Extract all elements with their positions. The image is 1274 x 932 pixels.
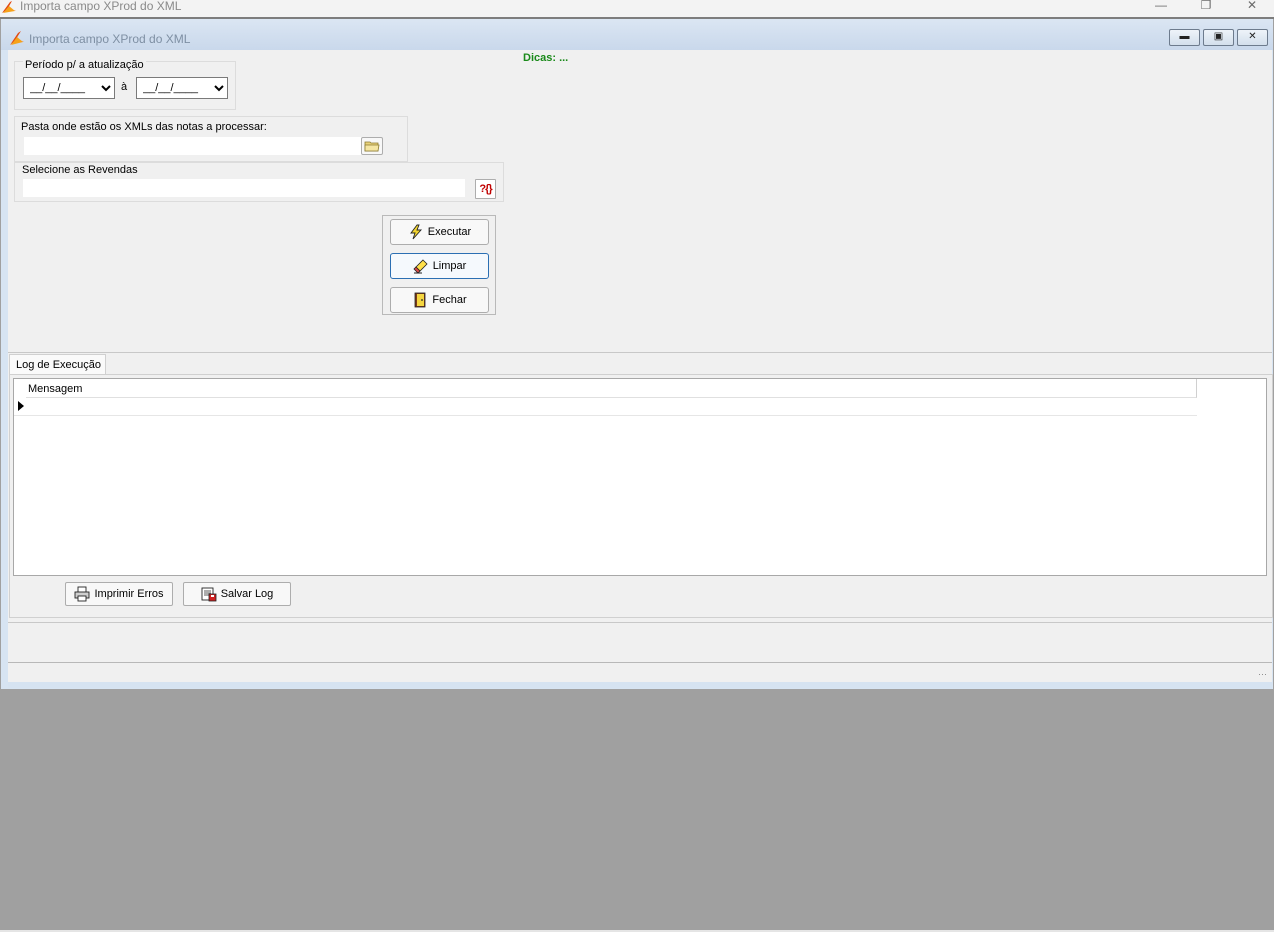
child-restore-button[interactable]: ▣ (1203, 29, 1234, 46)
lightning-icon (408, 224, 424, 240)
restore-icon[interactable]: ❐ (1196, 0, 1216, 12)
eraser-icon (413, 258, 429, 274)
tab-log-label: Log de Execução (16, 359, 102, 371)
resize-grip-icon[interactable]: ⋯ (1258, 670, 1268, 680)
column-header-message[interactable]: Mensagem (28, 383, 82, 395)
app-logo-icon (9, 30, 25, 46)
folder-label: Pasta onde estão os XMLs das notas a pro… (21, 121, 267, 133)
execute-label: Executar (427, 226, 472, 238)
close-button[interactable]: Fechar (390, 287, 489, 313)
child-close-button[interactable]: ✕ (1237, 29, 1268, 46)
form-client-area: Dicas: ... Período p/ a atualização __/_… (8, 50, 1273, 682)
dealers-label: Selecione as Revendas (22, 164, 138, 176)
status-bottom-divider (8, 662, 1272, 663)
app-logo-icon (1, 0, 17, 14)
child-title-bar: Importa campo XProd do XML ▬ ▣ ✕ (1, 19, 1273, 50)
log-grid[interactable]: Mensagem (13, 378, 1267, 576)
folder-path-input[interactable] (23, 136, 383, 156)
child-window-title: Importa campo XProd do XML (29, 32, 191, 46)
print-errors-button[interactable]: Imprimir Erros (65, 582, 173, 606)
grid-header: Mensagem (26, 379, 1197, 398)
close-icon[interactable]: ✕ (1242, 0, 1262, 12)
date-from-picker[interactable]: __/__/____ (23, 77, 115, 99)
child-window: Importa campo XProd do XML ▬ ▣ ✕ Dicas: … (1, 19, 1273, 689)
child-footer (8, 682, 1272, 688)
minimize-icon[interactable]: — (1151, 0, 1171, 12)
status-bar (8, 623, 1272, 661)
period-legend: Período p/ a atualização (23, 59, 146, 71)
row-pointer-icon (18, 401, 24, 411)
outer-title-bar: Importa campo XProd do XML — ❐ ✕ (0, 0, 1274, 17)
tab-log[interactable]: Log de Execução (9, 354, 106, 375)
door-icon (412, 292, 428, 308)
save-icon (201, 586, 217, 602)
folder-icon (364, 138, 380, 154)
child-minimize-button[interactable]: ▬ (1169, 29, 1200, 46)
dealers-lookup-button[interactable]: ?{} (475, 179, 496, 199)
printer-icon (74, 586, 90, 602)
table-row[interactable] (14, 398, 1197, 416)
save-log-label: Salvar Log (220, 588, 274, 600)
close-label: Fechar (432, 294, 467, 306)
clear-button[interactable]: Limpar (390, 253, 489, 279)
dealers-input[interactable] (23, 179, 465, 197)
actions-panel: Executar Limpar Fechar (382, 215, 496, 315)
folder-group: Pasta onde estão os XMLs das notas a pro… (14, 116, 408, 162)
date-to-picker[interactable]: __/__/____ (136, 77, 228, 99)
period-separator: à (121, 81, 128, 93)
tips-label: Dicas: ... (523, 52, 569, 64)
period-group: Período p/ a atualização __/__/____ à __… (14, 59, 236, 110)
dealers-group: Selecione as Revendas ?{} (14, 162, 504, 202)
browse-folder-button[interactable] (361, 137, 383, 155)
outer-window-title: Importa campo XProd do XML (20, 0, 182, 13)
print-errors-label: Imprimir Erros (94, 588, 164, 600)
save-log-button[interactable]: Salvar Log (183, 582, 291, 606)
clear-label: Limpar (432, 260, 467, 272)
log-tab-panel: Mensagem Imprimir Erros Salvar Log (9, 374, 1273, 618)
section-divider (8, 352, 1272, 353)
lookup-icon: ?{} (479, 183, 492, 195)
execute-button[interactable]: Executar (390, 219, 489, 245)
